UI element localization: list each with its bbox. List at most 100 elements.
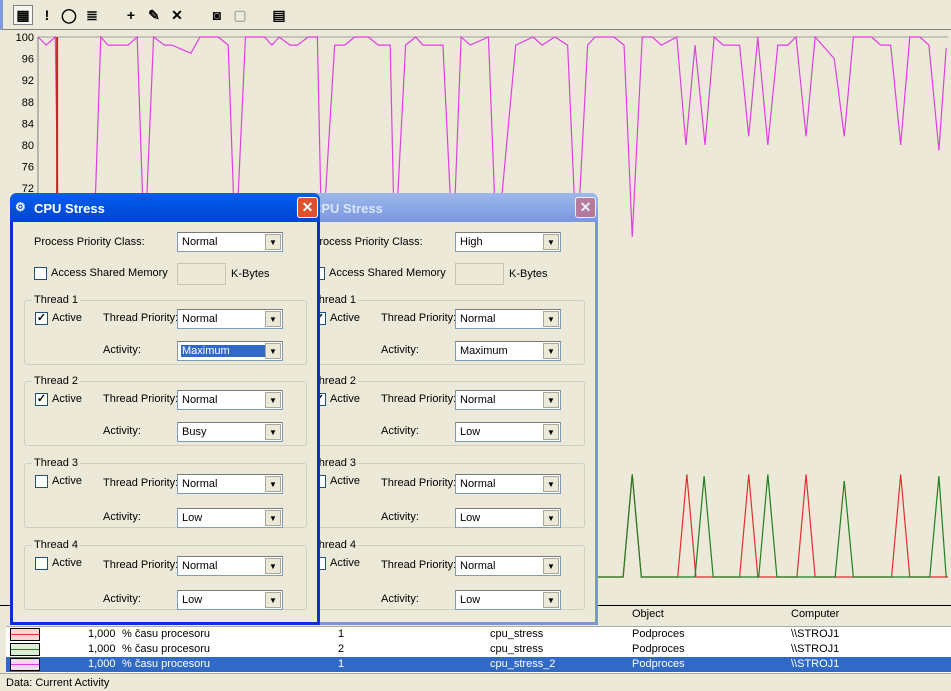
thread-activity-combo[interactable]: Low ▼	[177, 590, 283, 610]
legend-object: Podproces	[632, 628, 685, 640]
thread-active-label: Active	[330, 393, 360, 405]
thread-activity-label: Activity:	[103, 344, 141, 356]
thread-active-label: Active	[330, 557, 360, 569]
combo-value: Low	[460, 594, 481, 606]
thread-activity-combo[interactable]: Low ▼	[455, 590, 561, 610]
process-priority-combo[interactable]: Normal ▼	[177, 232, 283, 252]
legend-computer: \\STROJ1	[791, 643, 840, 655]
thread-activity-combo[interactable]: Low ▼	[455, 422, 561, 442]
thread-group-label: Thread 4	[32, 539, 81, 551]
properties-button[interactable]: ▤	[269, 5, 289, 25]
combo-value: Normal	[182, 478, 218, 490]
freeze-display-icon: ◙	[212, 7, 222, 23]
thread-activity-label: Activity:	[103, 593, 141, 605]
thread-activity-combo[interactable]: Low ▼	[177, 508, 283, 528]
dialog-title-bar[interactable]: ⚙CPU Stress✕	[10, 193, 320, 222]
view-log-button[interactable]: ◯	[59, 5, 79, 25]
add-counter-button[interactable]: +	[121, 5, 141, 25]
chevron-down-icon[interactable]: ▼	[543, 424, 559, 440]
column-header-object[interactable]: Object	[632, 608, 664, 620]
thread-activity-combo[interactable]: Maximum ▼	[177, 341, 283, 361]
update-data-button[interactable]: ▢	[230, 5, 250, 25]
chevron-down-icon[interactable]: ▼	[265, 510, 281, 526]
toolbar: ▦! ◯ ≣ + ✎ ✕ ◙ ▢ ▤	[0, 0, 951, 30]
delete-icon: ✕	[171, 6, 183, 23]
thread-activity-combo[interactable]: Low ▼	[455, 508, 561, 528]
chevron-down-icon[interactable]: ▼	[543, 510, 559, 526]
color-swatch	[10, 658, 40, 671]
chevron-down-icon[interactable]: ▼	[265, 392, 281, 408]
thread-activity-combo[interactable]: Maximum ▼	[455, 341, 561, 361]
thread-priority-label: Thread Priority:	[103, 559, 179, 571]
combo-value: Normal	[182, 236, 218, 248]
process-priority-combo[interactable]: High ▼	[455, 232, 561, 252]
thread-group-label: Thread 3	[32, 457, 81, 469]
delete-button[interactable]: ✕	[167, 5, 187, 25]
chevron-down-icon[interactable]: ▼	[265, 424, 281, 440]
y-tick-label: 88	[22, 97, 34, 109]
legend-scale: 1,000	[88, 628, 116, 640]
chevron-down-icon[interactable]: ▼	[543, 392, 559, 408]
thread-priority-combo[interactable]: Normal ▼	[177, 474, 283, 494]
thread-priority-label: Thread Priority:	[381, 312, 457, 324]
thread-priority-combo[interactable]: Normal ▼	[455, 556, 561, 576]
legend-row[interactable]: 1,000 % času procesoru 1 cpu_stress_2 Podpro…	[6, 657, 951, 672]
thread-priority-combo[interactable]: Normal ▼	[455, 390, 561, 410]
legend-row[interactable]: 1,000 % času procesoru 2 cpu_stress Podproce…	[6, 642, 951, 657]
thread-priority-combo[interactable]: Normal ▼	[177, 390, 283, 410]
chevron-down-icon[interactable]: ▼	[265, 311, 281, 327]
thread-priority-combo[interactable]: Normal ▼	[177, 556, 283, 576]
thread-priority-label: Thread Priority:	[381, 393, 457, 405]
combo-value: Normal	[182, 313, 218, 325]
close-button[interactable]: ✕	[297, 197, 318, 218]
legend-parent: cpu_stress	[490, 628, 544, 640]
thread-priority-combo[interactable]: Normal ▼	[455, 309, 561, 329]
thread-active-label: Active	[52, 312, 82, 324]
thread-active-label: Active	[52, 393, 82, 405]
chevron-down-icon[interactable]: ▼	[543, 476, 559, 492]
app-icon: ⚙	[15, 200, 26, 214]
highlight-button[interactable]: ✎	[144, 5, 164, 25]
thread-active-checkbox[interactable]: ✓	[35, 393, 48, 406]
legend-instance: 2	[338, 643, 345, 655]
chevron-down-icon[interactable]: ▼	[265, 558, 281, 574]
thread-active-checkbox[interactable]	[35, 557, 48, 570]
column-header-computer[interactable]: Computer	[791, 608, 839, 620]
legend-parent: cpu_stress	[490, 643, 544, 655]
chevron-down-icon[interactable]: ▼	[543, 343, 559, 359]
thread-activity-combo[interactable]: Busy ▼	[177, 422, 283, 442]
kbytes-input[interactable]	[455, 263, 504, 285]
chevron-down-icon[interactable]: ▼	[265, 343, 281, 359]
thread-active-checkbox[interactable]	[35, 475, 48, 488]
thread-priority-combo[interactable]: Normal ▼	[177, 309, 283, 329]
close-button[interactable]: ✕	[575, 197, 596, 218]
kbytes-input[interactable]	[177, 263, 226, 285]
chevron-down-icon[interactable]: ▼	[265, 476, 281, 492]
thread-group-label: Thread 2	[32, 375, 81, 387]
chevron-down-icon[interactable]: ▼	[543, 311, 559, 327]
properties-icon: ▤	[272, 6, 286, 23]
view-report-button[interactable]: ≣	[82, 5, 102, 25]
view-alert-button[interactable]: !	[37, 5, 57, 25]
legend-counter: % času procesoru	[122, 628, 211, 640]
chevron-down-icon[interactable]: ▼	[543, 234, 559, 250]
chevron-down-icon[interactable]: ▼	[265, 234, 281, 250]
thread-activity-label: Activity:	[381, 344, 419, 356]
thread-activity-label: Activity:	[103, 511, 141, 523]
kbytes-label: K-Bytes	[231, 268, 270, 280]
thread-active-checkbox[interactable]: ✓	[35, 312, 48, 325]
chevron-down-icon[interactable]: ▼	[543, 558, 559, 574]
thread-activity-label: Activity:	[381, 425, 419, 437]
chevron-down-icon[interactable]: ▼	[543, 592, 559, 608]
access-shared-memory-checkbox[interactable]	[34, 267, 47, 280]
thread-priority-combo[interactable]: Normal ▼	[455, 474, 561, 494]
chevron-down-icon[interactable]: ▼	[265, 592, 281, 608]
view-graph-button[interactable]: ▦	[13, 5, 33, 25]
combo-value: Low	[182, 594, 203, 606]
thread-priority-label: Thread Priority:	[381, 477, 457, 489]
update-data-icon: ▢	[233, 6, 247, 23]
dialog-title-bar[interactable]: ⚙CPU Stress✕	[288, 193, 598, 222]
freeze-display-button[interactable]: ◙	[207, 5, 227, 25]
access-shared-memory-label: Access Shared Memory	[329, 267, 446, 279]
legend-row[interactable]: 1,000 % času procesoru 1 cpu_stress Podproce…	[6, 627, 951, 642]
